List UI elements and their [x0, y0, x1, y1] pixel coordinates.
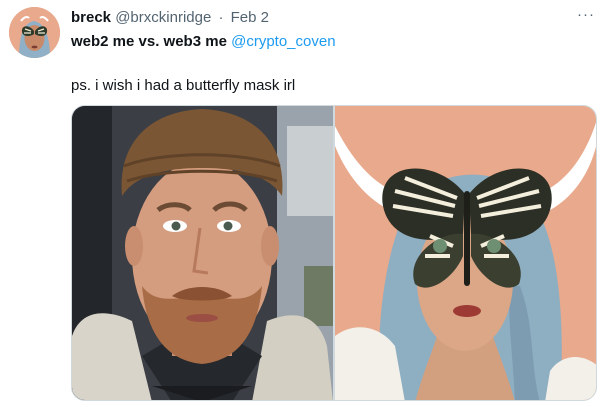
media-grid	[71, 105, 597, 401]
tweet-text-main: web2 me vs. web3 me	[71, 33, 227, 50]
tweet-text-line-2: ps. i wish i had a butterfly mask irl	[71, 77, 296, 94]
selfie-photo-image	[72, 106, 333, 400]
selfie-photo[interactable]	[72, 106, 333, 400]
witch-illustration-image	[335, 106, 596, 400]
display-name[interactable]: breck	[71, 9, 111, 26]
more-horizontal-icon[interactable]: ···	[577, 6, 595, 24]
butterfly-mask-avatar-icon	[9, 7, 60, 58]
user-handle[interactable]: @brxckinridge	[115, 9, 211, 26]
tweet-date[interactable]: Feb 2	[231, 9, 269, 26]
separator-dot: ·	[218, 9, 224, 26]
illustration-image[interactable]	[335, 106, 596, 400]
tweet-header: breck @brxckinridge · Feb 2	[71, 9, 269, 27]
tweet-text-line-1: web2 me vs. web3 me @crypto_coven	[71, 33, 336, 51]
avatar[interactable]	[9, 7, 60, 58]
tweet-card[interactable]: breck @brxckinridge · Feb 2 ··· web2 me …	[0, 0, 600, 407]
mention-link[interactable]: @crypto_coven	[231, 33, 335, 50]
